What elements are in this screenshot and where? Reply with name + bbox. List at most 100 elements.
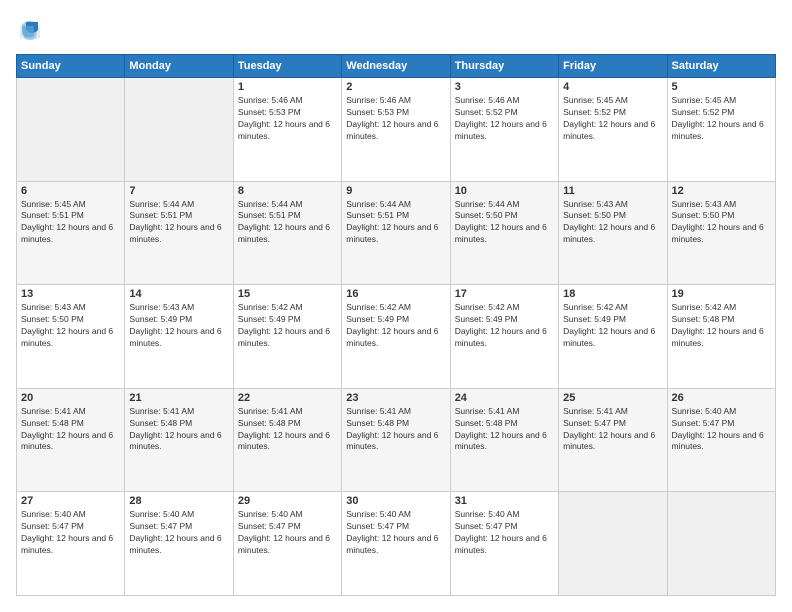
day-info: Sunrise: 5:46 AM Sunset: 5:53 PM Dayligh…	[238, 95, 337, 143]
day-info: Sunrise: 5:41 AM Sunset: 5:48 PM Dayligh…	[21, 406, 120, 454]
calendar-header-tuesday: Tuesday	[233, 55, 341, 78]
day-info: Sunrise: 5:41 AM Sunset: 5:47 PM Dayligh…	[563, 406, 662, 454]
calendar-cell: 22 Sunrise: 5:41 AM Sunset: 5:48 PM Dayli…	[233, 388, 341, 492]
day-number: 2	[346, 81, 445, 93]
calendar-cell: 13Sunrise: 5:43 AM Sunset: 5:50 PM Dayli…	[17, 285, 125, 389]
day-info: Sunrise: 5:40 AM Sunset: 5:47 PM Dayligh…	[346, 509, 445, 557]
calendar-week-1: 1 Sunrise: 5:46 AM Sunset: 5:53 PM Daylig…	[17, 78, 776, 182]
calendar-header-sunday: Sunday	[17, 55, 125, 78]
day-number: 27	[21, 495, 120, 507]
calendar-cell: 26 Sunrise: 5:40 AM Sunset: 5:47 PM Dayli…	[667, 388, 775, 492]
day-number: 12	[672, 185, 771, 197]
day-number: 25	[563, 392, 662, 404]
day-number: 6	[21, 185, 120, 197]
day-info: Sunrise: 5:44 AM Sunset: 5:51 PM Dayligh…	[129, 199, 228, 247]
calendar-cell: 24 Sunrise: 5:41 AM Sunset: 5:48 PM Dayli…	[450, 388, 558, 492]
calendar-cell	[559, 492, 667, 596]
calendar-cell: 20 Sunrise: 5:41 AM Sunset: 5:48 PM Dayli…	[17, 388, 125, 492]
day-number: 22	[238, 392, 337, 404]
calendar-cell: 5 Sunrise: 5:45 AM Sunset: 5:52 PM Daylig…	[667, 78, 775, 182]
calendar-cell: 7Sunrise: 5:44 AM Sunset: 5:51 PM Daylig…	[125, 181, 233, 285]
day-number: 30	[346, 495, 445, 507]
day-info: Sunrise: 5:46 AM Sunset: 5:52 PM Dayligh…	[455, 95, 554, 143]
calendar-cell: 17 Sunrise: 5:42 AM Sunset: 5:49 PM Dayli…	[450, 285, 558, 389]
day-number: 11	[563, 185, 662, 197]
day-info: Sunrise: 5:44 AM Sunset: 5:50 PM Dayligh…	[455, 199, 554, 247]
day-number: 14	[129, 288, 228, 300]
calendar-cell	[667, 492, 775, 596]
calendar-header-friday: Friday	[559, 55, 667, 78]
calendar-cell: 14Sunrise: 5:43 AM Sunset: 5:49 PM Dayli…	[125, 285, 233, 389]
day-info: Sunrise: 5:45 AM Sunset: 5:52 PM Dayligh…	[672, 95, 771, 143]
calendar-cell: 6 Sunrise: 5:45 AM Sunset: 5:51 PM Daylig…	[17, 181, 125, 285]
day-info: Sunrise: 5:45 AM Sunset: 5:51 PM Dayligh…	[21, 199, 120, 247]
calendar-cell: 19Sunrise: 5:42 AM Sunset: 5:48 PM Dayli…	[667, 285, 775, 389]
calendar-cell: 30 Sunrise: 5:40 AM Sunset: 5:47 PM Dayli…	[342, 492, 450, 596]
day-number: 10	[455, 185, 554, 197]
calendar-cell: 23 Sunrise: 5:41 AM Sunset: 5:48 PM Dayli…	[342, 388, 450, 492]
calendar-header-monday: Monday	[125, 55, 233, 78]
day-number: 4	[563, 81, 662, 93]
calendar-week-5: 27 Sunrise: 5:40 AM Sunset: 5:47 PM Dayli…	[17, 492, 776, 596]
day-number: 20	[21, 392, 120, 404]
day-info: Sunrise: 5:40 AM Sunset: 5:47 PM Dayligh…	[672, 406, 771, 454]
day-number: 16	[346, 288, 445, 300]
calendar-cell: 16 Sunrise: 5:42 AM Sunset: 5:49 PM Dayli…	[342, 285, 450, 389]
day-number: 18	[563, 288, 662, 300]
day-number: 9	[346, 185, 445, 197]
day-info: Sunrise: 5:43 AM Sunset: 5:50 PM Dayligh…	[21, 302, 120, 350]
day-info: Sunrise: 5:41 AM Sunset: 5:48 PM Dayligh…	[346, 406, 445, 454]
day-number: 1	[238, 81, 337, 93]
day-number: 3	[455, 81, 554, 93]
day-info: Sunrise: 5:40 AM Sunset: 5:47 PM Dayligh…	[238, 509, 337, 557]
day-info: Sunrise: 5:44 AM Sunset: 5:51 PM Dayligh…	[346, 199, 445, 247]
day-number: 23	[346, 392, 445, 404]
calendar-header-saturday: Saturday	[667, 55, 775, 78]
day-info: Sunrise: 5:41 AM Sunset: 5:48 PM Dayligh…	[455, 406, 554, 454]
day-number: 5	[672, 81, 771, 93]
calendar-week-4: 20 Sunrise: 5:41 AM Sunset: 5:48 PM Dayli…	[17, 388, 776, 492]
calendar-cell	[125, 78, 233, 182]
logo	[16, 16, 48, 44]
day-number: 29	[238, 495, 337, 507]
day-number: 17	[455, 288, 554, 300]
day-info: Sunrise: 5:45 AM Sunset: 5:52 PM Dayligh…	[563, 95, 662, 143]
day-info: Sunrise: 5:40 AM Sunset: 5:47 PM Dayligh…	[21, 509, 120, 557]
day-number: 24	[455, 392, 554, 404]
calendar-header-row: SundayMondayTuesdayWednesdayThursdayFrid…	[17, 55, 776, 78]
day-info: Sunrise: 5:42 AM Sunset: 5:48 PM Dayligh…	[672, 302, 771, 350]
day-info: Sunrise: 5:42 AM Sunset: 5:49 PM Dayligh…	[238, 302, 337, 350]
header	[16, 16, 776, 44]
day-info: Sunrise: 5:42 AM Sunset: 5:49 PM Dayligh…	[563, 302, 662, 350]
day-info: Sunrise: 5:41 AM Sunset: 5:48 PM Dayligh…	[129, 406, 228, 454]
page: SundayMondayTuesdayWednesdayThursdayFrid…	[0, 0, 792, 612]
calendar-cell: 3 Sunrise: 5:46 AM Sunset: 5:52 PM Daylig…	[450, 78, 558, 182]
day-info: Sunrise: 5:41 AM Sunset: 5:48 PM Dayligh…	[238, 406, 337, 454]
calendar-cell: 10 Sunrise: 5:44 AM Sunset: 5:50 PM Dayli…	[450, 181, 558, 285]
calendar-cell: 18 Sunrise: 5:42 AM Sunset: 5:49 PM Dayli…	[559, 285, 667, 389]
logo-icon	[16, 16, 44, 44]
calendar-cell: 1 Sunrise: 5:46 AM Sunset: 5:53 PM Daylig…	[233, 78, 341, 182]
day-info: Sunrise: 5:42 AM Sunset: 5:49 PM Dayligh…	[455, 302, 554, 350]
day-info: Sunrise: 5:43 AM Sunset: 5:50 PM Dayligh…	[672, 199, 771, 247]
day-number: 8	[238, 185, 337, 197]
day-info: Sunrise: 5:46 AM Sunset: 5:53 PM Dayligh…	[346, 95, 445, 143]
calendar-cell	[17, 78, 125, 182]
calendar-cell: 31 Sunrise: 5:40 AM Sunset: 5:47 PM Dayli…	[450, 492, 558, 596]
calendar-table: SundayMondayTuesdayWednesdayThursdayFrid…	[16, 54, 776, 596]
day-number: 28	[129, 495, 228, 507]
calendar-week-2: 6 Sunrise: 5:45 AM Sunset: 5:51 PM Daylig…	[17, 181, 776, 285]
calendar-cell: 25 Sunrise: 5:41 AM Sunset: 5:47 PM Dayli…	[559, 388, 667, 492]
day-number: 21	[129, 392, 228, 404]
day-info: Sunrise: 5:43 AM Sunset: 5:50 PM Dayligh…	[563, 199, 662, 247]
day-number: 26	[672, 392, 771, 404]
calendar-cell: 21 Sunrise: 5:41 AM Sunset: 5:48 PM Dayli…	[125, 388, 233, 492]
calendar-week-3: 13Sunrise: 5:43 AM Sunset: 5:50 PM Dayli…	[17, 285, 776, 389]
day-info: Sunrise: 5:40 AM Sunset: 5:47 PM Dayligh…	[455, 509, 554, 557]
day-number: 31	[455, 495, 554, 507]
calendar-cell: 4 Sunrise: 5:45 AM Sunset: 5:52 PM Daylig…	[559, 78, 667, 182]
calendar-cell: 8Sunrise: 5:44 AM Sunset: 5:51 PM Daylig…	[233, 181, 341, 285]
day-info: Sunrise: 5:42 AM Sunset: 5:49 PM Dayligh…	[346, 302, 445, 350]
calendar-header-thursday: Thursday	[450, 55, 558, 78]
calendar-header-wednesday: Wednesday	[342, 55, 450, 78]
